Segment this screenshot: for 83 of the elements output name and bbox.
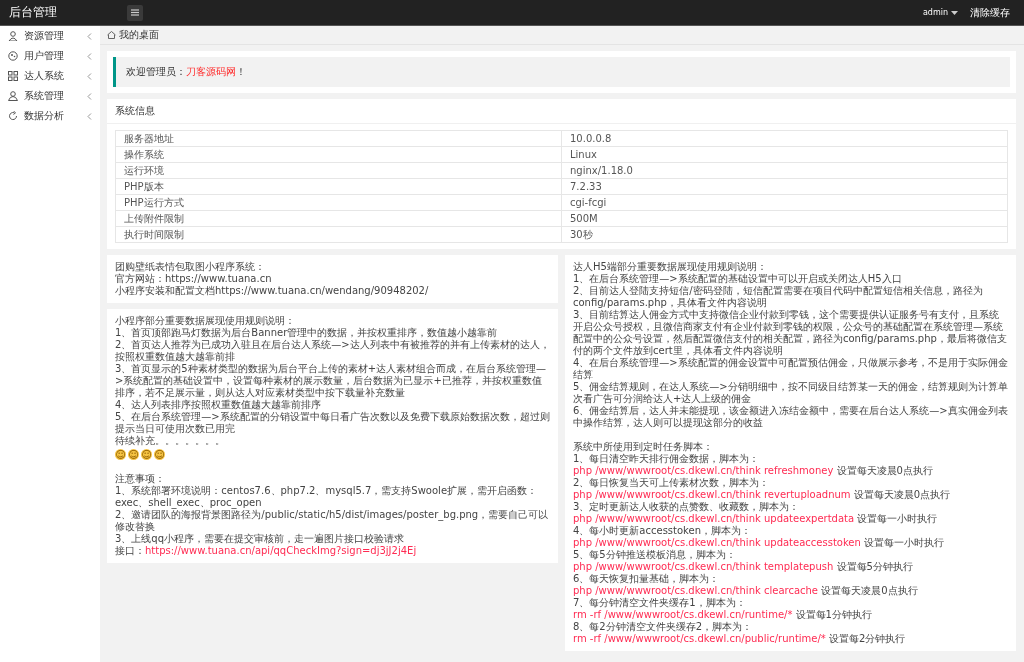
table-cell: cgi-fcgi: [561, 194, 1008, 211]
table-cell: 运行环境: [115, 162, 562, 179]
table-cell: nginx/1.18.0: [561, 162, 1008, 179]
link[interactable]: https://www.tuana.cn/api/qqCheckImg?sign=dj3jJ2j4Ej: [145, 545, 417, 556]
sidebar-item[interactable]: 数据分析: [0, 106, 100, 126]
text-line: 5、每5分钟推送模板消息，脚本为：: [573, 549, 737, 561]
table-cell: 30秒: [561, 226, 1008, 243]
text-line: 官方网站：https://www.tuana.cn: [115, 273, 273, 285]
text-line: 2、首页达人推荐为已成功入驻且在后台达人系统—>达人列表中有被推荐的并有上传素材的达人，按照权重数值越大越靠前排: [115, 339, 550, 363]
table-cell: PHP版本: [115, 178, 562, 195]
text-line: 7、每分钟清空文件夹缓存1，脚本为：: [573, 597, 747, 609]
chevron-icon: [87, 32, 92, 40]
text-line: 2、邀请团队的海报背景图路径为/public/static/h5/dist/images/poster_bg.png，需要自己可以修改替换: [115, 509, 550, 533]
script-line: rm -rf /www/wwwroot/cs.dkewl.cn/runtime/* 设置每1分钟执行: [573, 609, 873, 621]
text-line: 2、目前达人登陆支持短信/密码登陆，短信配置需要在项目代码中配置短信相关信息，路径为config/params.php，具体看文件内容说明: [573, 285, 984, 309]
text-line: 系统中所使用到定时任务脚本：: [573, 441, 714, 453]
clear-cache-link[interactable]: 清除缓存: [970, 5, 1010, 20]
chevron-icon: [87, 112, 92, 120]
menu-icon: [131, 9, 139, 16]
breadcrumb[interactable]: 我的桌面: [119, 28, 159, 42]
home-icon: [107, 31, 116, 39]
script-line: rm -rf /www/wwwroot/cs.dkewl.cn/public/runtime/* 设置每2分钟执行: [573, 633, 907, 645]
text-line: 6、每天恢复扣量基础，脚本为：: [573, 573, 721, 585]
script-line: php /www/wwwroot/cs.dkewl.cn/think templatepush 设置每5分钟执行: [573, 561, 914, 573]
welcome-message: 欢迎管理员：刀客源码网！: [113, 57, 1010, 87]
text-line: 注意事项：: [115, 473, 166, 485]
user-menu[interactable]: admin: [922, 8, 958, 17]
caret-icon: [951, 10, 958, 15]
chevron-icon: [87, 92, 92, 100]
table-cell: 10.0.0.8: [561, 130, 1008, 147]
text-line: 接口：https://www.tuana.cn/api/qqCheckImg?sign=dj3jJ2j4Ej: [115, 545, 418, 557]
script-line: php /www/wwwroot/cs.dkewl.cn/think updateaccesstoken 设置每一小时执行: [573, 537, 946, 549]
text-line: 1、在后台系统管理—>系统配置的基础设置中可以开启或关闭达人H5入口: [573, 273, 903, 285]
table-cell: 7.2.33: [561, 178, 1008, 195]
sidebar-item[interactable]: 达人系统: [0, 66, 100, 86]
table-cell: Linux: [561, 146, 1008, 163]
text-line: 小程序部分重要数据展现使用规则说明：: [115, 315, 296, 327]
user-icon: [8, 91, 18, 101]
emoji: ☺: [154, 448, 165, 460]
table-cell: PHP运行方式: [115, 194, 562, 211]
text-line: 4、在后台系统管理—>系统配置的佣金设置中可配置预估佣金，只做展示参考，不是用于实际佣金结算: [573, 357, 1008, 381]
text-line: 5、在后台系统管理—>系统配置的分销设置中每日看广告次数以及免费下载原始数据次数，超过则提示当日可使用次数已用完: [115, 411, 550, 435]
text-line: 3、首页显示的5种素材类型的数据为后台平台上传的素材+达人素材组合而成，在后台系统管理—>系统配置的基础设置中，设置每种素材的展示数量，后台数据为已显示+已推荐，并按权重数值排序，若不足展示量，则从达人对应素材类型中按下载量补充数量: [115, 363, 548, 399]
text-line: 1、每日清空昨天排行佣金数据，脚本为：: [573, 453, 761, 465]
table-cell: 执行时间限制: [115, 226, 562, 243]
script-line: php /www/wwwroot/cs.dkewl.cn/think clearcache 设置每天凌晨0点执行: [573, 585, 919, 597]
emoji: ☺: [141, 448, 152, 460]
text-line: 3、定时更新达人收获的点赞数、收藏数，脚本为：: [573, 501, 801, 513]
script-line: php /www/wwwroot/cs.dkewl.cn/think updateexpertdata 设置每一小时执行: [573, 513, 939, 525]
text-line: 4、每小时更新accesstoken，脚本为：: [573, 525, 753, 537]
sidebar-item[interactable]: 资源管理: [0, 26, 100, 46]
chevron-icon: [87, 52, 92, 60]
text-line: 2、每日恢复当天可上传素材次数，脚本为：: [573, 477, 771, 489]
menu-button[interactable]: [127, 4, 143, 21]
card-title: 系统信息: [107, 99, 1016, 124]
text-line: 小程序安装和配置文档https://www.tuana.cn/wendang/90948202/: [115, 285, 430, 297]
chevron-icon: [87, 72, 92, 80]
text-line: 8、每2分钟清空文件夹缓存2，脚本为：: [573, 621, 754, 633]
user-icon: [8, 31, 18, 41]
text-line: 3、上线qq小程序，需要在提交审核前，走一遍图片接口校验请求: [115, 533, 406, 545]
emoji: ☺: [115, 448, 126, 460]
refresh-icon: [8, 111, 18, 121]
table-cell: 操作系统: [115, 146, 562, 163]
app-title: 后台管理: [8, 4, 58, 21]
sidebar-item[interactable]: 用户管理: [0, 46, 100, 66]
text-line: 团购壁纸表情包取图小程序系统：: [115, 261, 266, 273]
text-line: 6、佣金结算后，达人并未能提现，该金额进入冻结金额中，需要在后台达人系统—>真实佣金列表中操作结算，达人则可以提现这部分的收益: [573, 405, 1008, 429]
table-cell: 500M: [561, 210, 1008, 227]
palette-icon: [8, 51, 18, 61]
sidebar-item[interactable]: 系统管理: [0, 86, 100, 106]
script-line: php /www/wwwroot/cs.dkewl.cn/think refreshmoney 设置每天凌晨0点执行: [573, 465, 934, 477]
table-cell: 服务器地址: [115, 130, 562, 147]
text-line: 1、系统部署环境说明：centos7.6、php7.2、mysql5.7，需支持Swoole扩展，需开启函数：exec、shell_exec、proc_open: [115, 485, 539, 509]
text-line: 1、首页顶部跑马灯数据为后台Banner管理中的数据，并按权重排序，数值越小越靠前: [115, 327, 499, 339]
table-cell: 上传附件限制: [115, 210, 562, 227]
script-line: php /www/wwwroot/cs.dkewl.cn/think revertuploadnum 设置每天凌晨0点执行: [573, 489, 952, 501]
text-line: 达人H5端部分重要数据展现使用规则说明：: [573, 261, 768, 273]
text-line: 4、达人列表排序按照权重数值越大越靠前排序: [115, 399, 323, 411]
text-line: 5、佣金结算规则，在达人系统—>分销明细中，按不同级目结算某一天的佣金，结算规则为计算单次看广告可分润给达人+达人上级的佣金: [573, 381, 1008, 405]
text-line: 待续补充。。。。。。。: [115, 435, 226, 447]
emoji: ☺: [128, 448, 139, 460]
grid-icon: [8, 71, 18, 81]
text-line: 3、目前结算达人佣金方式中支持微信企业付款到零钱，这个需要提供认证服务号有支付，且系统开启公众号授权，且微信商家支付有企业付款到零钱的权限，公众号的基础配置在系统管理—系统配置中的公众号设置，然后配置微信支付的相关配置，路径为config/params.php，最后将微信支付的两个文件放到cert里，具体看文件内容说明: [573, 309, 1008, 357]
